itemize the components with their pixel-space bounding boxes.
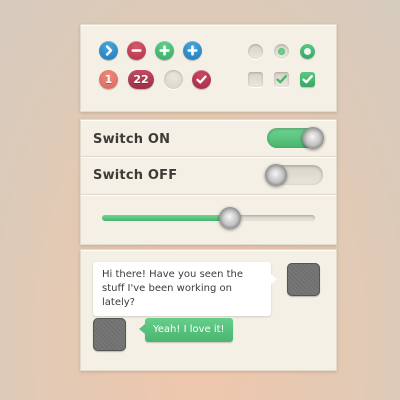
radio-dot-icon — [304, 48, 311, 55]
count-badge-one: 1 — [99, 70, 118, 89]
checkmark-icon — [276, 75, 287, 84]
checkmark-button[interactable] — [192, 70, 211, 89]
radio-checked[interactable] — [300, 44, 315, 59]
divider — [81, 156, 336, 157]
chevron-right-icon — [105, 45, 113, 56]
radio-dot-icon — [278, 48, 285, 55]
switch-knob[interactable] — [265, 164, 287, 186]
checkbox-checked-green[interactable] — [300, 72, 315, 87]
slider-knob[interactable] — [218, 207, 241, 229]
toggle-switch-on[interactable] — [267, 127, 324, 149]
radio-unchecked[interactable] — [248, 44, 263, 59]
minus-button[interactable] — [127, 41, 146, 60]
count-badge-two: 22 — [128, 70, 154, 89]
switch-off-label: Switch OFF — [93, 168, 178, 183]
slider-fill — [102, 215, 230, 221]
avatar — [287, 263, 320, 296]
checkbox-unchecked[interactable] — [248, 72, 263, 87]
chevron-right-button[interactable] — [99, 41, 118, 60]
minus-icon — [131, 49, 142, 52]
toggle-switch-off[interactable] — [265, 164, 323, 186]
chat-panel: Hi there! Have you seen the stuff I've b… — [80, 249, 337, 371]
incoming-message-bubble: Hi there! Have you seen the stuff I've b… — [93, 262, 277, 316]
empty-round-button[interactable] — [164, 70, 183, 89]
plus-icon — [187, 45, 198, 56]
radio-partial[interactable] — [274, 44, 289, 59]
checkmark-icon — [196, 75, 207, 84]
checkbox-checked-grey[interactable] — [274, 72, 289, 87]
divider — [81, 194, 336, 195]
avatar — [93, 318, 126, 351]
switches-panel: Switch ON Switch OFF — [80, 119, 337, 245]
plus-button-blue[interactable] — [183, 41, 202, 60]
slider-track[interactable] — [102, 215, 315, 221]
switch-knob[interactable] — [302, 127, 324, 149]
switch-on-label: Switch ON — [93, 132, 171, 147]
outgoing-message-bubble: Yeah! I love it! — [139, 318, 233, 342]
plus-icon — [159, 45, 170, 56]
checkmark-icon — [302, 75, 313, 84]
plus-button-green[interactable] — [155, 41, 174, 60]
buttons-panel — [80, 24, 337, 112]
